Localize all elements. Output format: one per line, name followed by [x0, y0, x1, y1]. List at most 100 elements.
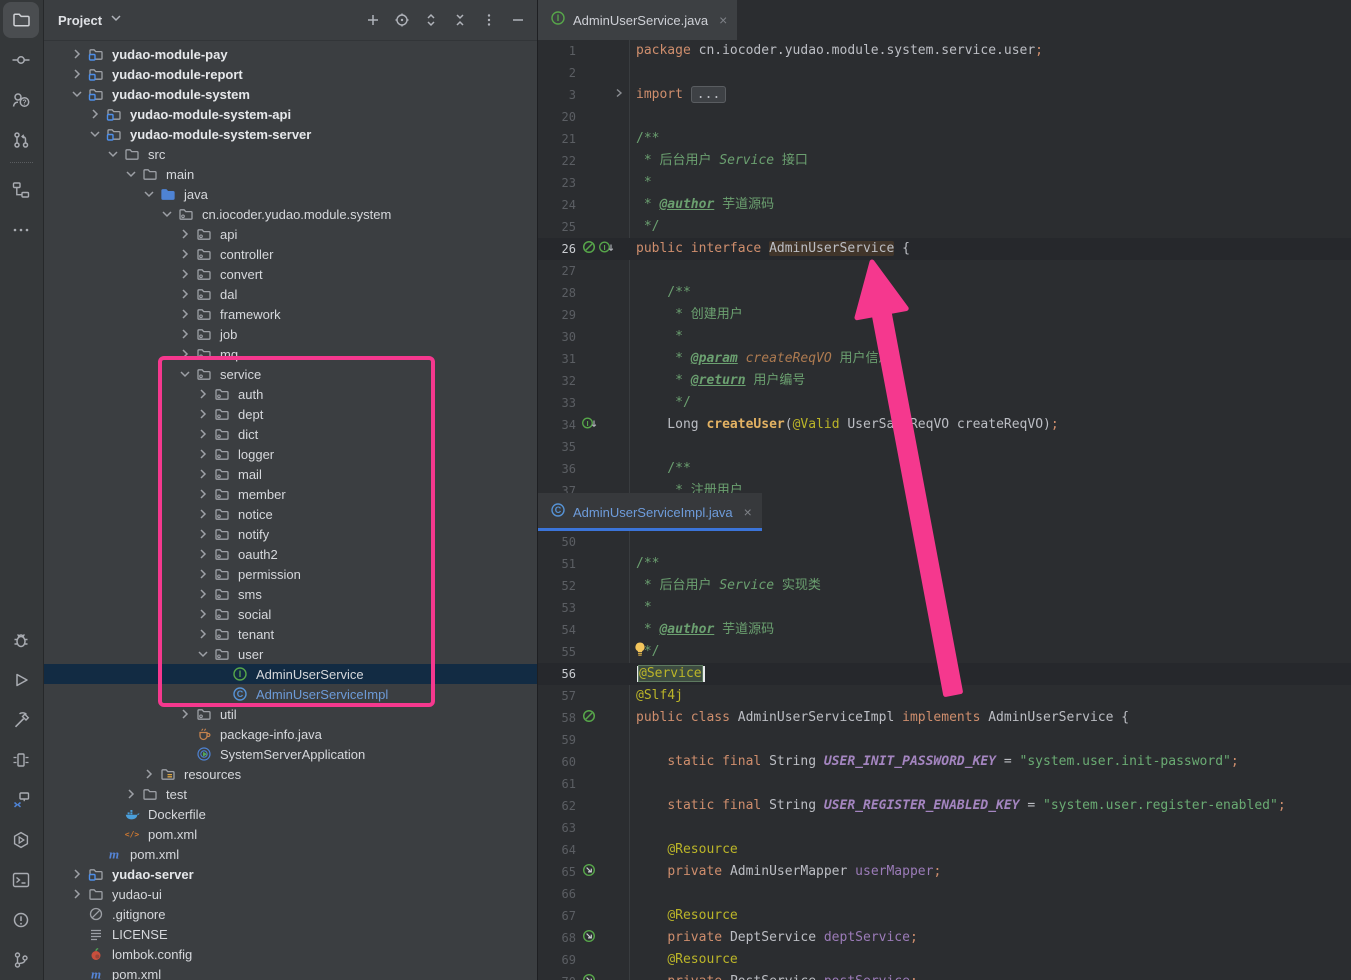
- tree-item-license[interactable]: LICENSE: [44, 924, 537, 944]
- tree-item-yudao-module-system[interactable]: yudao-module-system: [44, 84, 537, 104]
- tree-item-adminuserservice[interactable]: IAdminUserService: [44, 664, 537, 684]
- chevron-right-icon[interactable]: [174, 706, 196, 722]
- tree-item-service[interactable]: service: [44, 364, 537, 384]
- tree-item-test[interactable]: test: [44, 784, 537, 804]
- tree-item-api[interactable]: api: [44, 224, 537, 244]
- chevron-right-icon[interactable]: [192, 506, 214, 522]
- chevron-right-icon[interactable]: [174, 346, 196, 362]
- tree-item-yudao-ui[interactable]: yudao-ui: [44, 884, 537, 904]
- locate-icon[interactable]: [391, 9, 413, 31]
- top-editor[interactable]: 1package cn.iocoder.yudao.module.system.…: [538, 40, 1351, 493]
- tree-item-cn-iocoder-yudao-module-system[interactable]: cn.iocoder.yudao.module.system: [44, 204, 537, 224]
- collapse-all-icon[interactable]: [449, 9, 471, 31]
- bottom-editor[interactable]: 5051/**52 * 后台用户 Service 实现类53 *54 * @au…: [538, 531, 1351, 980]
- problems-icon[interactable]: [3, 902, 39, 938]
- tree-item-convert[interactable]: convert: [44, 264, 537, 284]
- profiler-icon[interactable]: [3, 742, 39, 778]
- chevron-right-icon[interactable]: [192, 626, 214, 642]
- chevron-right-icon[interactable]: [138, 766, 160, 782]
- tree-item-main[interactable]: main: [44, 164, 537, 184]
- project-panel-title[interactable]: Project: [58, 13, 102, 28]
- more-icon[interactable]: [3, 212, 39, 248]
- tree-item--gitignore[interactable]: .gitignore: [44, 904, 537, 924]
- chevron-right-icon[interactable]: [192, 586, 214, 602]
- chevron-right-icon[interactable]: [192, 426, 214, 442]
- build-icon[interactable]: [3, 702, 39, 738]
- chevron-right-icon[interactable]: [192, 386, 214, 402]
- chevron-right-icon[interactable]: [66, 66, 88, 82]
- chevron-down-icon[interactable]: [156, 206, 178, 222]
- tree-item-job[interactable]: job: [44, 324, 537, 344]
- tree-item-notify[interactable]: notify: [44, 524, 537, 544]
- chevron-right-icon[interactable]: [174, 246, 196, 262]
- chevron-right-icon[interactable]: [192, 546, 214, 562]
- tree-item-mail[interactable]: mail: [44, 464, 537, 484]
- add-icon[interactable]: [362, 9, 384, 31]
- tree-item-yudao-module-report[interactable]: yudao-module-report: [44, 64, 537, 84]
- tree-item-pom-xml[interactable]: </>pom.xml: [44, 824, 537, 844]
- implemented-gutter-icon[interactable]: [581, 708, 597, 729]
- tree-item-util[interactable]: util: [44, 704, 537, 724]
- tree-item-permission[interactable]: permission: [44, 564, 537, 584]
- tree-item-user[interactable]: user: [44, 644, 537, 664]
- tree-item-systemserverapplication[interactable]: SystemServerApplication: [44, 744, 537, 764]
- tree-item-yudao-module-system-api[interactable]: yudao-module-system-api: [44, 104, 537, 124]
- project-folder-icon[interactable]: [3, 2, 39, 38]
- tree-item-resources[interactable]: resources: [44, 764, 537, 784]
- chevron-down-icon[interactable]: [66, 86, 88, 102]
- tree-item-social[interactable]: social: [44, 604, 537, 624]
- chevron-right-icon[interactable]: [174, 326, 196, 342]
- fold-chevron-icon[interactable]: [612, 86, 625, 104]
- close-icon[interactable]: ×: [744, 504, 752, 520]
- tree-item-dict[interactable]: dict: [44, 424, 537, 444]
- tree-item-java[interactable]: java: [44, 184, 537, 204]
- commit-icon[interactable]: [3, 42, 39, 78]
- tree-item-yudao-module-pay[interactable]: yudao-module-pay: [44, 44, 537, 64]
- close-icon[interactable]: ×: [719, 12, 727, 28]
- options-icon[interactable]: [478, 9, 500, 31]
- expand-all-icon[interactable]: [420, 9, 442, 31]
- remote-dev-icon[interactable]: [3, 782, 39, 818]
- chevron-down-icon[interactable]: [84, 126, 106, 142]
- tree-item-yudao-server[interactable]: yudao-server: [44, 864, 537, 884]
- impl-down-gutter-icon[interactable]: I: [581, 415, 597, 436]
- tree-item-dockerfile[interactable]: Dockerfile: [44, 804, 537, 824]
- tab-adminuserservice[interactable]: I AdminUserService.java ×: [538, 0, 737, 40]
- chevron-down-icon[interactable]: [192, 646, 214, 662]
- chevron-right-icon[interactable]: [192, 446, 214, 462]
- chevron-right-icon[interactable]: [174, 226, 196, 242]
- tree-item-pom-xml[interactable]: mpom.xml: [44, 844, 537, 864]
- chevron-right-icon[interactable]: [66, 46, 88, 62]
- chevron-right-icon[interactable]: [192, 526, 214, 542]
- chevron-down-icon[interactable]: [102, 146, 124, 162]
- pull-requests-icon[interactable]: [3, 122, 39, 158]
- chevron-right-icon[interactable]: [174, 266, 196, 282]
- tree-item-framework[interactable]: framework: [44, 304, 537, 324]
- tree-item-pom-xml[interactable]: mpom.xml: [44, 964, 537, 980]
- code-with-me-icon[interactable]: ?: [3, 82, 39, 118]
- run-icon[interactable]: [3, 662, 39, 698]
- chevron-down-icon[interactable]: [174, 366, 196, 382]
- chevron-right-icon[interactable]: [192, 606, 214, 622]
- chevron-right-icon[interactable]: [66, 866, 88, 882]
- tree-item-dept[interactable]: dept: [44, 404, 537, 424]
- chevron-right-icon[interactable]: [192, 406, 214, 422]
- bean-gutter-icon[interactable]: [581, 972, 597, 980]
- git-branch-icon[interactable]: [3, 942, 39, 978]
- tree-item-auth[interactable]: auth: [44, 384, 537, 404]
- structure-icon[interactable]: [3, 172, 39, 208]
- tree-item-lombok-config[interactable]: lombok.config: [44, 944, 537, 964]
- tree-item-sms[interactable]: sms: [44, 584, 537, 604]
- tab-adminuserserviceimpl[interactable]: C AdminUserServiceImpl.java ×: [538, 493, 762, 531]
- tree-item-tenant[interactable]: tenant: [44, 624, 537, 644]
- implemented-gutter-icon[interactable]: [581, 239, 597, 260]
- chevron-right-icon[interactable]: [120, 786, 142, 802]
- tree-item-member[interactable]: member: [44, 484, 537, 504]
- terminal-icon[interactable]: [3, 862, 39, 898]
- tree-item-oauth2[interactable]: oauth2: [44, 544, 537, 564]
- chevron-right-icon[interactable]: [66, 886, 88, 902]
- chevron-right-icon[interactable]: [84, 106, 106, 122]
- chevron-right-icon[interactable]: [192, 466, 214, 482]
- folded-imports[interactable]: ...: [691, 86, 726, 103]
- tree-item-mq[interactable]: mq: [44, 344, 537, 364]
